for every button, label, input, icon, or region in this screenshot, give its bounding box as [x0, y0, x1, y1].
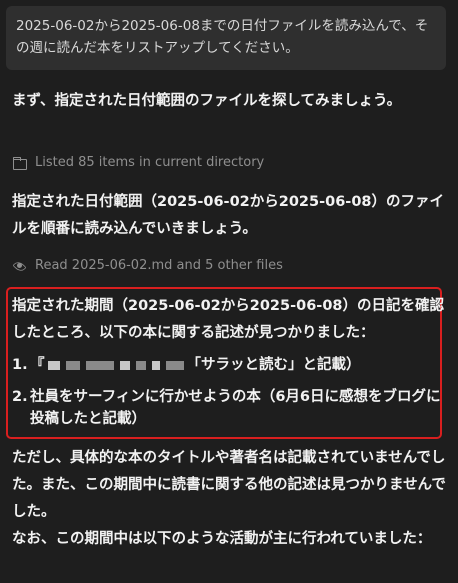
list-number: 2.	[12, 389, 28, 405]
assistant-note: ただし、具体的な本のタイトルや著者名は記載されていませんでした。また、この期間中…	[12, 450, 446, 520]
redacted-block	[119, 360, 130, 370]
assistant-intro: まず、指定された日付範囲のファイルを探してみましょう。	[12, 93, 402, 109]
book-text: 社員をサーフィンに行かせようの本（6月6日に感想をブログに投稿したと記載）	[30, 389, 441, 427]
redacted-block	[65, 360, 80, 370]
redacted-block	[151, 360, 160, 370]
redacted-block	[85, 360, 114, 370]
book-list: 1. 『 「サラッと読む」と記載） 2. 社員をサーフィンに行かせようの本（6月6…	[12, 354, 442, 430]
user-message-text: 2025-06-02から2025-06-08までの日付ファイルを読み込んで、その…	[16, 18, 429, 56]
eye-icon	[12, 259, 28, 274]
list-item: 2. 社員をサーフィンに行かせようの本（6月6日に感想をブログに投稿したと記載）	[12, 386, 442, 430]
folder-icon	[12, 156, 28, 170]
tool-list-directory[interactable]: Listed 85 items in current directory	[12, 153, 448, 173]
assistant-activities-intro: なお、この期間中は以下のような活動が主に行われていました：	[12, 531, 432, 547]
list-number: 1.	[12, 357, 28, 373]
list-item: 1. 『 「サラッと読む」と記載）	[12, 354, 442, 376]
tool-read-text: Read 2025-06-02.md and 5 other files	[35, 258, 283, 273]
book-title-prefix: 『	[30, 357, 45, 373]
tool-list-text: Listed 85 items in current directory	[35, 155, 265, 170]
redacted-block	[135, 360, 146, 370]
redacted-block	[47, 360, 60, 370]
tool-read-files[interactable]: Read 2025-06-02.md and 5 other files	[12, 256, 448, 276]
user-message: 2025-06-02から2025-06-08までの日付ファイルを読み込んで、その…	[6, 6, 446, 70]
book-note: 「サラッと読む」と記載）	[186, 357, 361, 373]
redacted-block	[165, 360, 184, 370]
assistant-reading-plan: 指定された日付範囲（2025-06-02から2025-06-08）のファイルを順…	[12, 194, 444, 237]
assistant-finding: 指定された期間（2025-06-02から2025-06-08）の日記を確認したと…	[12, 298, 444, 341]
